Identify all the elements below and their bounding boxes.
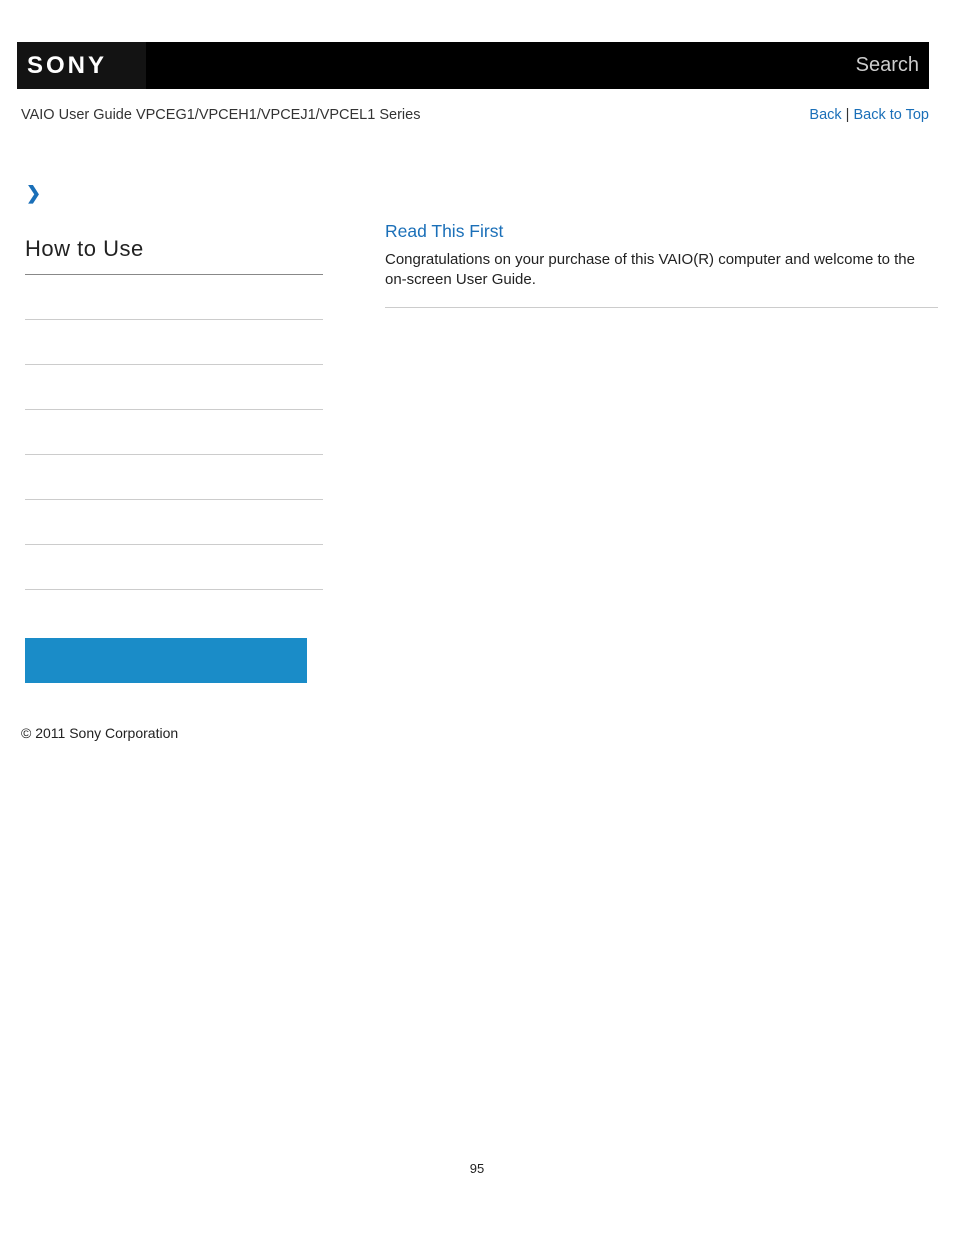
sidebar-item[interactable] bbox=[25, 545, 323, 590]
logo-container: SONY bbox=[17, 42, 146, 89]
sidebar: ❯ How to Use bbox=[25, 183, 323, 683]
sidebar-active-item[interactable] bbox=[25, 638, 307, 683]
sidebar-title: How to Use bbox=[25, 224, 323, 274]
main-text: Congratulations on your purchase of this… bbox=[385, 250, 925, 291]
footer-copyright: © 2011 Sony Corporation bbox=[21, 725, 954, 741]
link-separator: | bbox=[842, 107, 854, 123]
back-to-top-link[interactable]: Back to Top bbox=[853, 107, 929, 123]
guide-title: VAIO User Guide VPCEG1/VPCEH1/VPCEJ1/VPC… bbox=[21, 107, 420, 123]
sidebar-item[interactable] bbox=[25, 455, 323, 500]
header-bar: SONY Search bbox=[17, 42, 929, 89]
nav-links: Back | Back to Top bbox=[809, 107, 929, 123]
search-button[interactable]: Search bbox=[856, 54, 929, 77]
content-area: ❯ How to Use Read This First Congratulat… bbox=[25, 183, 954, 683]
back-link[interactable]: Back bbox=[809, 107, 841, 123]
sidebar-item[interactable] bbox=[25, 410, 323, 455]
main-heading[interactable]: Read This First bbox=[385, 221, 925, 242]
sony-logo: SONY bbox=[27, 52, 107, 80]
subheader: VAIO User Guide VPCEG1/VPCEH1/VPCEJ1/VPC… bbox=[21, 107, 929, 123]
sidebar-item[interactable] bbox=[25, 275, 323, 320]
sidebar-item[interactable] bbox=[25, 365, 323, 410]
main-content: Read This First Congratulations on your … bbox=[385, 221, 925, 683]
chevron-right-icon[interactable]: ❯ bbox=[26, 183, 323, 204]
page-number: 95 bbox=[0, 1161, 954, 1176]
main-separator bbox=[385, 307, 938, 308]
sidebar-item[interactable] bbox=[25, 320, 323, 365]
sidebar-item[interactable] bbox=[25, 500, 323, 545]
